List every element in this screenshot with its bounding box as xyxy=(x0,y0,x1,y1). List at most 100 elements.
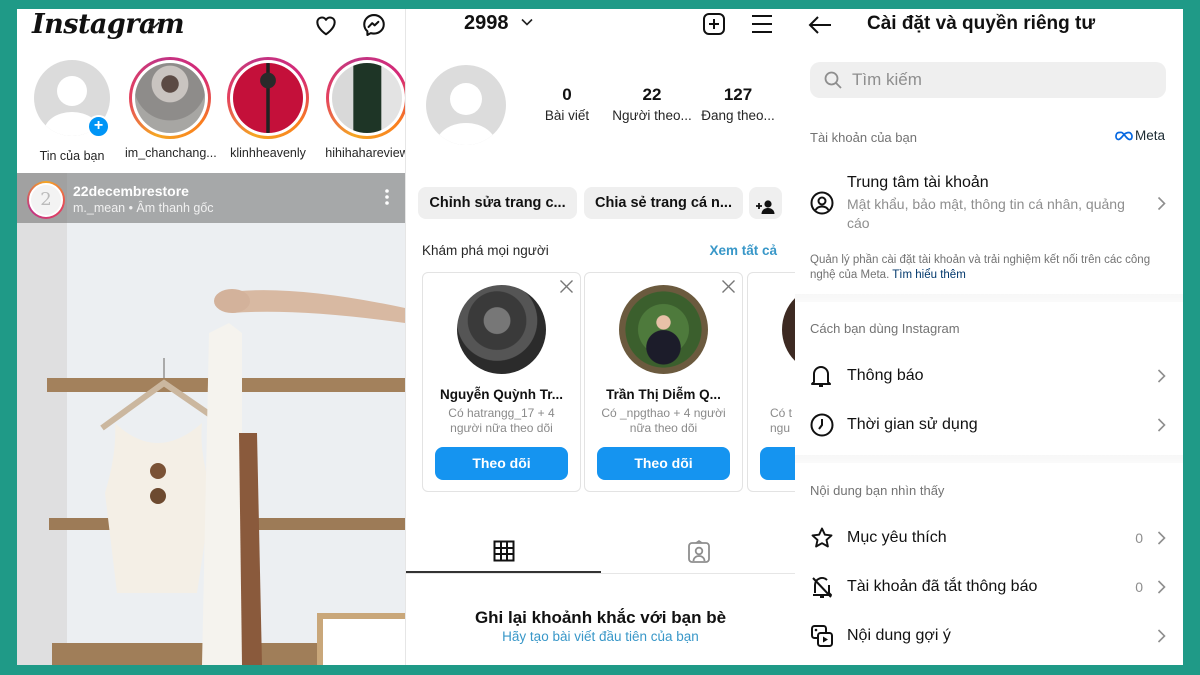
story-item[interactable]: hihihahareview xyxy=(322,57,405,160)
chevron-down-icon[interactable] xyxy=(521,18,533,26)
edit-profile-button[interactable]: Chỉnh sửa trang c... xyxy=(418,187,577,219)
section-what-you-see: Nội dung bạn nhìn thấy xyxy=(810,483,945,498)
follow-button[interactable]: Theo dõi xyxy=(597,447,730,480)
settings-item-favorites[interactable]: Mục yêu thích 0 xyxy=(795,516,1183,560)
bell-icon xyxy=(811,366,831,387)
heart-icon[interactable] xyxy=(313,12,339,38)
discover-people-button[interactable] xyxy=(749,187,782,219)
story-label: hihihahareview xyxy=(325,146,405,160)
create-post-icon[interactable] xyxy=(702,12,726,36)
close-icon[interactable] xyxy=(721,279,736,294)
chevron-right-icon xyxy=(1157,196,1166,211)
accounts-center-description: Mật khẩu, bảo mật, thông tin cá nhân, qu… xyxy=(847,196,1125,231)
suggestion-name[interactable]: Trần Thị Diễm Q... xyxy=(585,387,742,402)
follow-button[interactable]: Theo dõi xyxy=(435,447,568,480)
muted-accounts-count: 0 xyxy=(1135,579,1143,595)
post-author-avatar[interactable]: 2 xyxy=(27,181,65,219)
share-profile-button[interactable]: Chia sẻ trang cá n... xyxy=(584,187,743,219)
favorites-count: 0 xyxy=(1135,530,1143,546)
stat-posts[interactable]: 0 Bài viết xyxy=(526,85,608,123)
post-audio-info[interactable]: m._mean • Âm thanh gốc xyxy=(73,201,214,215)
suggestion-avatar[interactable] xyxy=(782,285,795,374)
settings-item-muted-accounts[interactable]: Tài khoản đã tắt thông báo 0 xyxy=(795,565,1183,609)
add-story-icon[interactable]: + xyxy=(87,115,110,138)
back-arrow-icon[interactable] xyxy=(807,15,833,35)
close-icon[interactable] xyxy=(559,279,574,294)
accounts-center-note: Quản lý phần cài đặt tài khoản và trải n… xyxy=(810,254,1151,281)
suggestion-avatar[interactable] xyxy=(457,285,546,374)
settings-item-time-spent[interactable]: Thời gian sử dụng xyxy=(795,403,1183,447)
story-avatar xyxy=(135,63,205,133)
chevron-right-icon xyxy=(1157,629,1166,643)
tagged-person-icon xyxy=(687,540,710,563)
suggestion-card: Trần Thị Diễm Q... Có _npgthao + 4 người… xyxy=(584,272,743,492)
search-placeholder: Tìm kiếm xyxy=(852,70,922,89)
meta-infinity-icon xyxy=(1115,130,1133,140)
suggested-content-icon xyxy=(811,625,833,647)
chevron-right-icon xyxy=(1157,531,1166,545)
story-item[interactable]: im_chanchang... xyxy=(125,57,217,160)
section-divider xyxy=(795,294,1183,302)
bell-off-icon xyxy=(812,577,832,598)
story-avatar xyxy=(332,63,402,133)
more-options-icon[interactable] xyxy=(385,189,389,205)
home-feed-panel: Instagram + Tin của bạn im_chanchang... xyxy=(17,9,405,665)
post-username[interactable]: 22decembrestore xyxy=(73,183,189,199)
accounts-center-title: Trung tâm tài khoản xyxy=(847,174,989,191)
section-how-you-use: Cách bạn dùng Instagram xyxy=(810,321,960,336)
profile-username[interactable]: 2998 xyxy=(464,12,509,35)
post-media[interactable] xyxy=(17,173,405,665)
story-ring xyxy=(129,57,211,139)
profile-tabs xyxy=(406,532,795,574)
stories-row: + Tin của bạn im_chanchang... klinhheave… xyxy=(17,57,405,169)
story-ring xyxy=(227,57,309,139)
messenger-icon[interactable] xyxy=(361,12,387,38)
stat-followers[interactable]: 22 Người theo... xyxy=(611,85,693,123)
post-header: 2 22decembrestore m._mean • Âm thanh gốc xyxy=(17,173,405,223)
settings-item-suggested-content[interactable]: Nội dung gợi ý xyxy=(795,614,1183,658)
suggestion-card: Có t ngu xyxy=(747,272,795,492)
chevron-right-icon xyxy=(1157,369,1166,383)
settings-search-input[interactable]: Tìm kiếm xyxy=(810,62,1166,98)
tab-posts-grid[interactable] xyxy=(406,532,601,573)
learn-more-link[interactable]: Tìm hiểu thêm xyxy=(892,269,966,281)
create-first-post-link[interactable]: Hãy tạo bài viết đầu tiên của bạn xyxy=(406,629,795,644)
clock-icon xyxy=(810,413,834,437)
add-person-icon xyxy=(755,200,774,214)
see-all-link[interactable]: Xem tất cả xyxy=(709,243,777,258)
story-label: Tin của bạn xyxy=(39,149,105,163)
suggestion-card: Nguyễn Quỳnh Tr... Có hatrangg_17 + 4 ng… xyxy=(422,272,581,492)
profile-panel: 2998 0 Bài viết 22 Người theo... 127 Đan… xyxy=(405,9,795,665)
star-icon xyxy=(811,527,833,548)
suggestion-avatar[interactable] xyxy=(619,285,708,374)
story-ring xyxy=(326,57,405,139)
story-item[interactable]: klinhheavenly xyxy=(223,57,313,160)
user-circle-icon xyxy=(810,191,834,215)
instagram-logo[interactable]: Instagram xyxy=(32,9,185,40)
discover-people-title: Khám phá mọi người xyxy=(422,243,549,258)
settings-title: Cài đặt và quyền riêng tư xyxy=(867,13,1096,34)
screenshot-collage: Instagram + Tin của bạn im_chanchang... xyxy=(17,9,1183,665)
feed-post[interactable]: 2 22decembrestore m._mean • Âm thanh gốc xyxy=(17,173,405,665)
story-avatar xyxy=(233,63,303,133)
stat-following[interactable]: 127 Đang theo... xyxy=(697,85,779,123)
section-your-account: Tài khoản của bạn xyxy=(810,130,917,145)
empty-state-title: Ghi lại khoảnh khắc với bạn bè xyxy=(474,608,727,627)
chevron-right-icon xyxy=(1157,418,1166,432)
settings-item-notifications[interactable]: Thông báo xyxy=(795,354,1183,398)
suggestion-mutuals: Có hatrangg_17 + 4 người nữa theo dõi xyxy=(448,406,555,435)
settings-panel: Cài đặt và quyền riêng tư Tìm kiếm Tài k… xyxy=(795,9,1183,665)
chevron-down-icon[interactable] xyxy=(148,21,160,29)
profile-avatar[interactable] xyxy=(426,65,506,145)
story-own[interactable]: + Tin của bạn xyxy=(27,57,117,163)
tab-tagged[interactable] xyxy=(601,532,795,573)
grid-icon xyxy=(493,540,514,562)
follow-button[interactable] xyxy=(760,447,795,480)
suggestion-name[interactable]: Nguyễn Quỳnh Tr... xyxy=(423,387,580,402)
hamburger-menu-icon[interactable] xyxy=(751,14,773,34)
suggestion-mutuals: Có _npgthao + 4 người nữa theo dõi xyxy=(601,406,726,435)
story-label: klinhheavenly xyxy=(230,146,306,160)
accounts-center-item[interactable]: Trung tâm tài khoản Mật khẩu, bảo mật, t… xyxy=(795,169,1183,239)
story-label: im_chanchang... xyxy=(125,146,217,160)
chevron-right-icon xyxy=(1157,580,1166,594)
